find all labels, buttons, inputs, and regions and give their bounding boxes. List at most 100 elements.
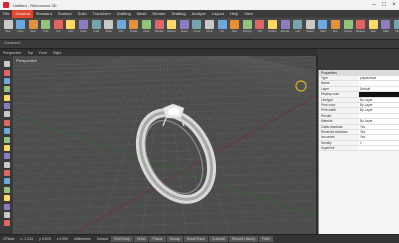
left-tool-icon[interactable] [3, 103, 10, 110]
status-item-12[interactable]: Record History [228, 236, 259, 242]
ribbon-button-28[interactable]: Boolean [355, 20, 367, 36]
left-tool-icon[interactable] [3, 186, 10, 193]
status-item-10[interactable]: SmartTrack [183, 236, 208, 242]
property-value[interactable] [359, 113, 399, 119]
menu-item-3[interactable]: Surface [55, 10, 75, 18]
ribbon-button-26[interactable]: Box [329, 20, 341, 36]
left-tool-icon[interactable] [3, 153, 10, 160]
left-tool-icon[interactable] [3, 178, 10, 185]
left-tool-icon[interactable] [3, 195, 10, 202]
ribbon-button-15[interactable]: Curve [191, 20, 203, 36]
property-value[interactable] [359, 81, 399, 86]
viewport-canvas[interactable] [13, 56, 316, 234]
menu-item-9[interactable]: Drafting [169, 10, 189, 18]
ribbon-button-22[interactable]: Extrude [279, 20, 291, 36]
ribbon-button-2[interactable]: Save [27, 20, 39, 36]
viewport-label[interactable]: Perspective [16, 58, 37, 63]
status-item-9[interactable]: Osnap [166, 236, 183, 242]
property-value[interactable]: By Layer [359, 102, 399, 108]
menu-item-7[interactable]: Mesh [134, 10, 150, 18]
ribbon-button-11[interactable]: Zoom [141, 20, 153, 36]
property-value[interactable]: By Layer [359, 97, 399, 102]
ribbon-button-19[interactable]: Polygon [241, 20, 253, 36]
viewport-tab-1[interactable]: Top [24, 51, 36, 55]
ribbon-button-0[interactable]: New [2, 20, 14, 36]
property-value[interactable]: polysurface [359, 76, 399, 81]
ribbon-button-23[interactable]: Loft [292, 20, 304, 36]
status-item-13[interactable]: Filter [259, 236, 273, 242]
menu-item-0[interactable]: File [0, 10, 12, 18]
ribbon-button-20[interactable]: Text [254, 20, 266, 36]
ribbon-button-3[interactable]: Print [40, 20, 52, 36]
left-tool-icon[interactable] [3, 61, 10, 68]
ribbon-button-18[interactable]: Rect [229, 20, 241, 36]
ribbon-button-29[interactable]: Fillet [367, 20, 379, 36]
status-item-6[interactable]: Grid Snap [110, 236, 133, 242]
ribbon-button-6[interactable]: Paste [78, 20, 90, 36]
ribbon-button-27[interactable]: Sphere [342, 20, 354, 36]
maximize-button[interactable]: □ [379, 0, 389, 10]
viewport-tab-0[interactable]: Perspective [0, 51, 24, 55]
ribbon-button-21[interactable]: Surface [266, 20, 278, 36]
property-value[interactable]: Default [359, 86, 399, 92]
perspective-viewport[interactable]: Perspective [13, 56, 316, 234]
ribbon-button-25[interactable]: Solid [317, 20, 329, 36]
left-tool-icon[interactable] [3, 220, 10, 227]
property-value[interactable]: Yes [359, 135, 399, 140]
left-tool-icon[interactable] [3, 170, 10, 177]
ribbon-button-17[interactable]: Arc [216, 20, 228, 36]
menu-item-12[interactable]: Help [227, 10, 241, 18]
menu-item-1[interactable]: General [12, 10, 33, 18]
left-tool-icon[interactable] [3, 69, 10, 76]
minimize-button[interactable]: – [369, 0, 379, 10]
ribbon-button-31[interactable]: Mesh [392, 20, 399, 36]
ribbon-button-8[interactable]: Redo [103, 20, 115, 36]
menu-item-10[interactable]: Analyze [189, 10, 209, 18]
left-tool-icon[interactable] [3, 111, 10, 118]
left-tool-icon[interactable] [3, 94, 10, 101]
property-value[interactable]: By Layer [359, 108, 399, 113]
ribbon-button-30[interactable]: Shell [380, 20, 392, 36]
property-value[interactable]: By Layer [359, 119, 399, 124]
ribbon-button-7[interactable]: Undo [90, 20, 102, 36]
ribbon-button-24[interactable]: Sweep [304, 20, 316, 36]
close-button[interactable]: × [389, 0, 399, 10]
ribbon-button-5[interactable]: Copy [65, 20, 77, 36]
ribbon-button-label: Text [257, 30, 263, 33]
property-value[interactable]: Yes [359, 129, 399, 135]
ribbon-button-4[interactable]: Cut [52, 20, 64, 36]
menu-item-2[interactable]: Standard [33, 10, 55, 18]
status-item-7[interactable]: Ortho [133, 236, 149, 242]
left-tool-icon[interactable] [3, 144, 10, 151]
left-tool-icon[interactable] [3, 86, 10, 93]
left-tool-icon[interactable] [3, 128, 10, 135]
ribbon-button-13[interactable]: Extents [166, 20, 178, 36]
menu-item-8[interactable]: Render [150, 10, 169, 18]
property-value[interactable]: 1 [359, 140, 399, 146]
viewport-tab-2[interactable]: Front [36, 51, 50, 55]
ribbon-button-10[interactable]: Rotate [128, 20, 140, 36]
left-tool-icon[interactable] [3, 136, 10, 143]
ribbon-button-16[interactable]: Circle [204, 20, 216, 36]
ribbon-button-1[interactable]: Open [15, 20, 27, 36]
property-value[interactable] [359, 92, 399, 97]
left-tool-icon[interactable] [3, 211, 10, 218]
ribbon-button-12[interactable]: Window [153, 20, 165, 36]
left-tool-icon[interactable] [3, 161, 10, 168]
left-tool-icon[interactable] [3, 77, 10, 84]
left-tool-icon[interactable] [3, 119, 10, 126]
left-tool-icon[interactable] [3, 203, 10, 210]
menu-item-4[interactable]: Solid [75, 10, 90, 18]
status-item-8[interactable]: Planar [149, 236, 166, 242]
menu-item-11[interactable]: Layout [209, 10, 227, 18]
ribbon-button-14[interactable]: Select [178, 20, 190, 36]
property-value[interactable]: Yes [359, 124, 399, 129]
property-value[interactable] [359, 146, 399, 151]
menu-item-5[interactable]: Transform [90, 10, 114, 18]
menu-item-13[interactable]: View [241, 10, 256, 18]
status-item-11[interactable]: Gumball [208, 236, 228, 242]
viewport-tab-3[interactable]: Right [50, 51, 64, 55]
command-prompt[interactable]: Command: [4, 41, 21, 45]
ribbon-button-9[interactable]: Pan [115, 20, 127, 36]
menu-item-6[interactable]: Drafting [114, 10, 134, 18]
